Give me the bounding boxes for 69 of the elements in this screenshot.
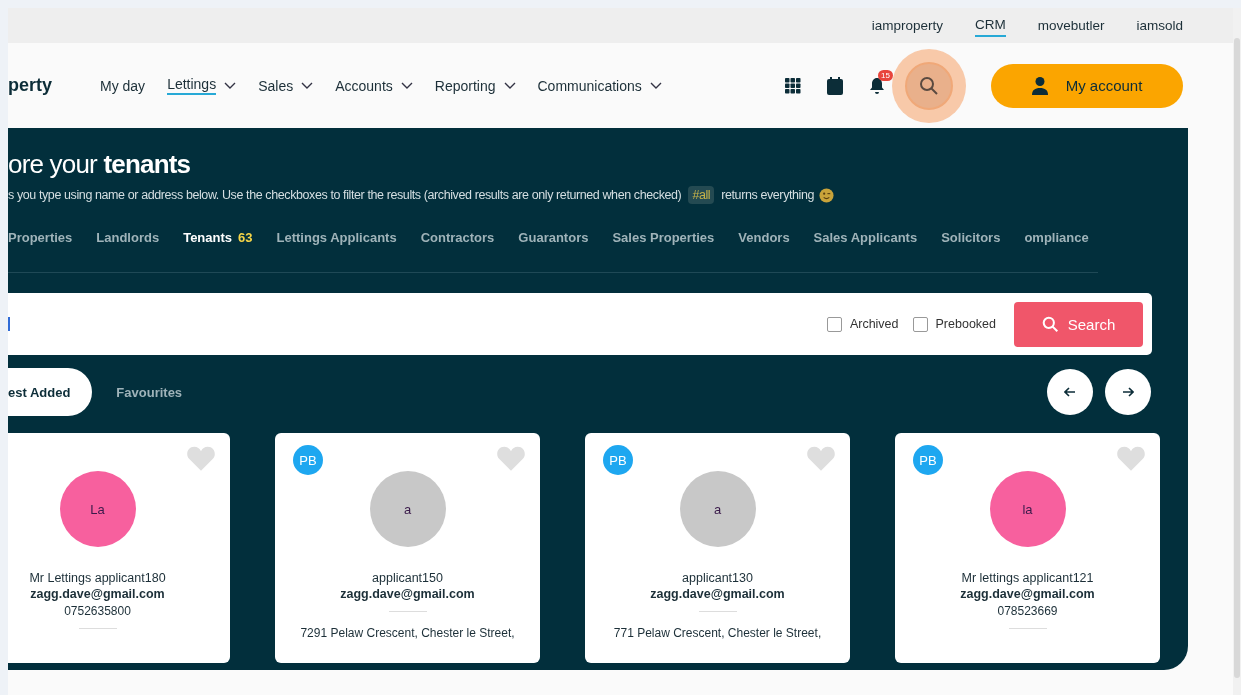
my-account-button[interactable]: My account	[991, 63, 1183, 108]
search-icon[interactable]	[919, 75, 939, 96]
tenant-name: Mr Lettings applicant180	[28, 571, 167, 585]
category-tab[interactable]: Lettings Applicants	[276, 227, 397, 249]
page-title: ore your tenants	[8, 148, 192, 180]
site-link[interactable]: iamsold	[1136, 15, 1183, 36]
tenant-name: applicant150	[371, 571, 444, 585]
tenant-card[interactable]: PB a applicant130 zagg.dave@gmail.com 771 Pelaw Crescent, Chester le Street,	[585, 433, 850, 663]
avatar: a	[369, 471, 446, 547]
nav-item[interactable]: Accounts	[335, 76, 413, 95]
scrollbar[interactable]	[1234, 38, 1240, 678]
left-arrow-icon	[1064, 387, 1076, 397]
nav-item[interactable]: Communications	[537, 76, 662, 95]
nav-item[interactable]: Lettings	[167, 76, 237, 95]
category-tab[interactable]: Vendors	[738, 227, 790, 249]
checkbox[interactable]	[826, 316, 842, 332]
next-button[interactable]	[1105, 369, 1151, 415]
checkbox[interactable]	[912, 316, 928, 332]
nav-item[interactable]: Sales	[258, 76, 314, 95]
calendar-icon[interactable]	[827, 76, 843, 95]
grid-icon[interactable]	[785, 77, 801, 94]
tenant-email: zagg.dave@gmail.com	[339, 587, 476, 601]
sort-tab[interactable]: est Added	[8, 368, 93, 416]
instructions-text: returns everything	[721, 188, 815, 202]
site-link[interactable]: iamproperty	[871, 15, 943, 36]
category-tab[interactable]: ompliance	[1024, 227, 1089, 249]
tenant-card[interactable]: La Mr Lettings applicant180 zagg.dave@gmail.com 0752635800	[8, 433, 230, 663]
tenant-card[interactable]: PB la Mr lettings applicant121 zagg.dave@gmail.com 078523669	[895, 433, 1160, 663]
tenant-address: 7291 Pelaw Crescent, Chester le Street,	[299, 626, 516, 640]
right-arrow-icon	[1122, 387, 1134, 397]
notification-badge: 15	[878, 69, 893, 81]
site-link[interactable]: movebutler	[1037, 15, 1105, 36]
checkbox-label[interactable]: Prebooked	[935, 317, 996, 331]
category-tab[interactable]: Contractors	[420, 227, 495, 249]
category-tab[interactable]: Tenants 63	[183, 227, 253, 249]
tenant-phone: 0752635800	[63, 604, 132, 618]
avatar: a	[679, 471, 756, 547]
category-tab[interactable]: Landlords	[96, 227, 160, 249]
tenant-phone: 078523669	[996, 604, 1059, 618]
search-icon	[1041, 315, 1059, 333]
category-tab[interactable]: Solicitors	[941, 227, 1001, 249]
previous-button[interactable]	[1047, 369, 1093, 415]
prebooked-badge: PB	[913, 445, 943, 475]
nav-item[interactable]: My day	[100, 76, 146, 95]
person-icon	[1031, 76, 1048, 95]
category-tab[interactable]: Sales Applicants	[813, 227, 918, 249]
prebooked-badge: PB	[603, 445, 633, 475]
category-tab[interactable]: Sales Properties	[612, 227, 715, 249]
avatar: La	[59, 471, 136, 547]
logo-text[interactable]: perty	[8, 75, 100, 96]
wink-face-icon	[819, 187, 835, 203]
tag-chip: #all	[688, 186, 715, 204]
tenant-name: Mr lettings applicant121	[960, 571, 1095, 585]
site-link[interactable]: CRM	[974, 14, 1006, 37]
category-tab[interactable]: Properties	[8, 227, 73, 249]
tenant-email: zagg.dave@gmail.com	[29, 587, 166, 601]
prebooked-badge: PB	[293, 445, 323, 475]
tenant-name: applicant130	[681, 571, 754, 585]
tenant-card[interactable]: PB a applicant150 zagg.dave@gmail.com 7291 Pelaw Crescent, Chester le Street,	[275, 433, 540, 663]
tenant-email: zagg.dave@gmail.com	[959, 587, 1096, 601]
tenant-email: zagg.dave@gmail.com	[649, 587, 786, 601]
sort-tab[interactable]: Favourites	[104, 384, 195, 400]
instructions-text: s you type using name or address below. Use the checkboxes to filter the results (archived results are only returned when checked)	[8, 188, 682, 202]
tenant-address: 771 Pelaw Crescent, Chester le Street,	[612, 626, 823, 640]
bell-icon[interactable]	[869, 76, 885, 95]
nav-item[interactable]: Reporting	[434, 76, 516, 95]
checkbox-label[interactable]: Archived	[849, 317, 899, 331]
category-tab[interactable]: Guarantors	[518, 227, 589, 249]
avatar: la	[989, 471, 1066, 547]
